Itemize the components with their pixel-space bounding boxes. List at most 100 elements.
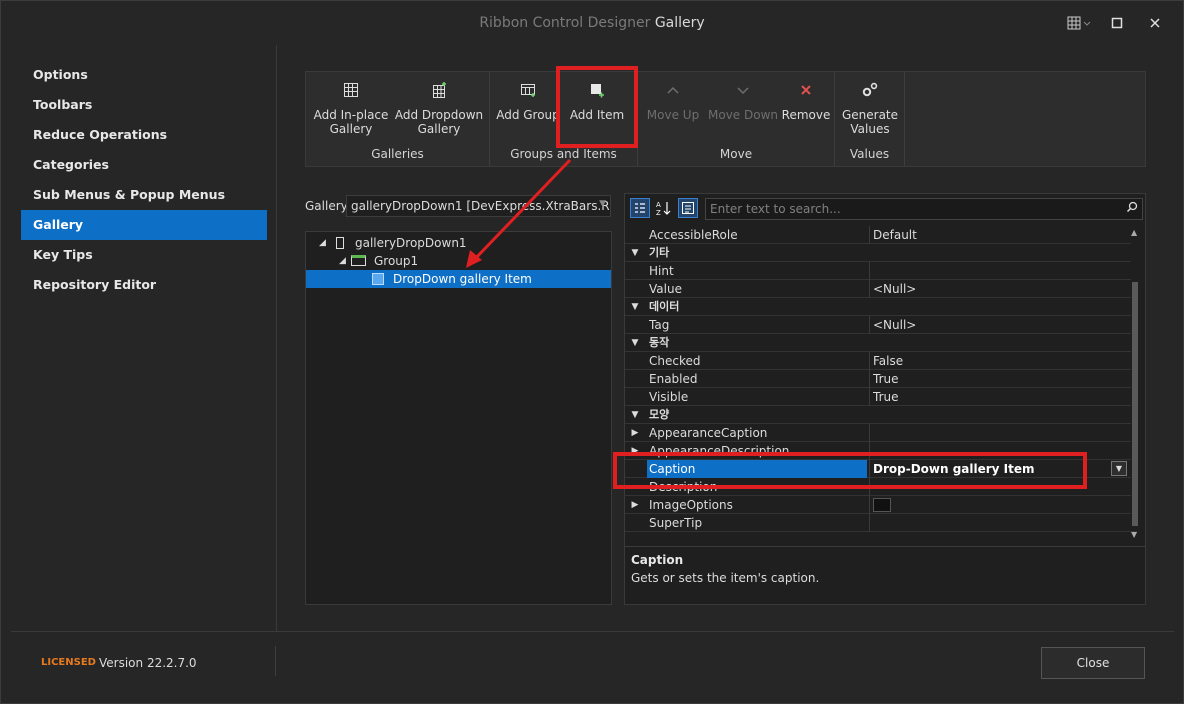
image-options-swatch[interactable]	[873, 498, 891, 512]
nav-item-toolbars[interactable]: Toolbars	[21, 90, 267, 120]
collapse-triangle-icon[interactable]: ◢	[339, 252, 346, 270]
designer-ribbon: Add In-place Gallery Add Dropdown Gallery Ga…	[305, 71, 1146, 167]
add-item-icon	[564, 72, 630, 108]
property-value[interactable]	[869, 514, 1131, 532]
tree-node-item[interactable]: DropDown gallery Item	[306, 270, 611, 288]
version-label: Version 22.2.7.0	[99, 656, 197, 670]
row-gutter	[625, 280, 645, 298]
ribbon-group-groups-and-items: Add Group Add Item Groups and Items	[490, 72, 638, 166]
add-item-button[interactable]: Add Item	[564, 72, 630, 142]
property-row-caption[interactable]: Caption Drop-Down gallery Item ▼	[625, 460, 1131, 478]
generate-button[interactable]: Generate Values	[837, 72, 903, 142]
nav-item-gallery[interactable]: Gallery	[21, 210, 267, 240]
property-value[interactable]: Drop-Down gallery Item	[869, 460, 1131, 478]
property-value[interactable]	[869, 496, 1131, 514]
combo-dropdown-icon[interactable]: ▼	[599, 199, 606, 209]
add-group-button[interactable]: Add Group	[494, 72, 562, 142]
expand-icon[interactable]: ▶	[625, 424, 645, 442]
row-gutter	[625, 226, 645, 244]
gallery-selector-combo[interactable]: galleryDropDown1 [DevExpress.XtraBars.Ri…	[346, 195, 611, 217]
property-search-input[interactable]: Enter text to search...	[705, 198, 1143, 220]
close-icon[interactable]	[1145, 11, 1165, 35]
button-label: Remove	[781, 108, 831, 122]
category-collapse-icon[interactable]: ▼	[625, 406, 645, 424]
property-value[interactable]: <Null>	[869, 280, 1131, 298]
property-value[interactable]	[869, 262, 1131, 280]
categorized-view-icon[interactable]	[630, 198, 650, 218]
property-category[interactable]: ▼ 모양	[625, 406, 1131, 424]
property-row-description[interactable]: Description	[625, 478, 1131, 496]
nav-item-categories[interactable]: Categories	[21, 150, 267, 180]
property-row-supertip[interactable]: SuperTip	[625, 514, 1131, 532]
category-label: 데이터	[649, 300, 680, 313]
nav-item-options[interactable]: Options	[21, 60, 267, 90]
property-row-enabled[interactable]: Enabled True	[625, 370, 1131, 388]
property-row-value[interactable]: Value <Null>	[625, 280, 1131, 298]
category-collapse-icon[interactable]: ▼	[625, 334, 645, 352]
category-collapse-icon[interactable]: ▼	[625, 244, 645, 262]
property-category[interactable]: ▼ 데이터	[625, 298, 1131, 316]
property-row-checked[interactable]: Checked False	[625, 352, 1131, 370]
property-value[interactable]: False	[869, 352, 1131, 370]
gears-icon	[837, 72, 903, 108]
add-dropdown-button[interactable]: Add Dropdown Gallery	[392, 72, 486, 142]
layout-grid-icon[interactable]	[1063, 11, 1095, 35]
property-row-hint[interactable]: Hint	[625, 262, 1131, 280]
value-dropdown-icon[interactable]: ▼	[1111, 461, 1127, 476]
property-name: ImageOptions	[649, 498, 733, 512]
nav-item-repository-editor[interactable]: Repository Editor	[21, 270, 267, 300]
property-value[interactable]	[869, 478, 1131, 496]
add-in-place-button[interactable]: Add In-place Gallery	[312, 72, 390, 142]
property-row-imageoptions[interactable]: ▶ ImageOptions	[625, 496, 1131, 514]
tree-node-group[interactable]: ◢ Group1	[306, 252, 611, 270]
ribbon-group-label: Move	[719, 147, 753, 161]
property-pages-icon[interactable]	[678, 198, 698, 218]
property-name: Tag	[649, 318, 670, 332]
nav-item-reduce-operations[interactable]: Reduce Operations	[21, 120, 267, 150]
property-name: Enabled	[649, 372, 698, 386]
expand-icon[interactable]: ▶	[625, 496, 645, 514]
property-value[interactable]: True	[869, 370, 1131, 388]
property-row-visible[interactable]: Visible True	[625, 388, 1131, 406]
ribbon-group-move: Move Up Move Down Remove Move	[638, 72, 835, 166]
row-gutter	[625, 478, 645, 496]
maximize-icon[interactable]	[1107, 11, 1127, 35]
property-value[interactable]	[869, 442, 1131, 460]
property-grid-toolbar: AZ Enter text to search...	[625, 194, 1145, 224]
alphabetical-sort-icon[interactable]: AZ	[654, 198, 674, 218]
row-gutter	[625, 262, 645, 280]
button-label: Add Dropdown	[394, 108, 484, 122]
tree-node-root[interactable]: ◢ galleryDropDown1	[306, 234, 611, 252]
close-button[interactable]: Close	[1041, 647, 1145, 679]
footer-divider	[275, 646, 276, 676]
property-name: Value	[649, 282, 682, 296]
collapse-triangle-icon[interactable]: ◢	[319, 234, 326, 252]
category-collapse-icon[interactable]: ▼	[625, 298, 645, 316]
search-icon[interactable]	[1126, 201, 1138, 216]
move-down-button[interactable]: Move Down	[706, 72, 780, 142]
scrollbar-thumb[interactable]	[1132, 282, 1138, 526]
property-value[interactable]	[869, 424, 1131, 442]
expand-icon[interactable]: ▶	[625, 442, 645, 460]
property-value[interactable]: True	[869, 388, 1131, 406]
category-label: 기타	[649, 246, 670, 259]
row-gutter	[625, 370, 645, 388]
property-value[interactable]: Default	[869, 226, 1131, 244]
property-row-tag[interactable]: Tag <Null>	[625, 316, 1131, 334]
nav-item-sub-menus-popup-menus[interactable]: Sub Menus & Popup Menus	[21, 180, 267, 210]
scroll-down-icon[interactable]: ▼	[1131, 530, 1137, 539]
property-category[interactable]: ▼ 동작	[625, 334, 1131, 352]
move-up-button[interactable]: Move Up	[640, 72, 706, 142]
button-label: Add Group	[496, 108, 560, 122]
nav-item-key-tips[interactable]: Key Tips	[21, 240, 267, 270]
remove-button[interactable]: Remove	[780, 72, 832, 142]
svg-text:Z: Z	[656, 209, 661, 216]
property-category[interactable]: ▼ 기타	[625, 244, 1131, 262]
property-row-appearancedescription[interactable]: ▶ AppearanceDescription	[625, 442, 1131, 460]
property-scrollbar[interactable]: ▲ ▼	[1129, 226, 1141, 544]
scroll-up-icon[interactable]: ▲	[1131, 228, 1137, 237]
property-row-accessiblerole[interactable]: AccessibleRole Default	[625, 226, 1131, 244]
property-row-appearancecaption[interactable]: ▶ AppearanceCaption	[625, 424, 1131, 442]
property-value[interactable]: <Null>	[869, 316, 1131, 334]
property-rows: AccessibleRole Default ▼ 기타 Hint Value <Null> ▼…	[625, 226, 1131, 544]
